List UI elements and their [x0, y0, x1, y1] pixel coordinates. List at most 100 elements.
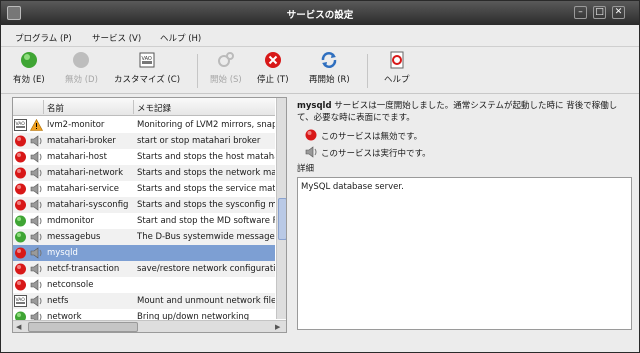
disable-button[interactable]: 無効 (D): [65, 51, 98, 85]
table-row[interactable]: netconsole: [13, 277, 275, 293]
horizontal-scrollbar[interactable]: ◀ ▶: [13, 320, 286, 332]
service-name-cell: netcf-transaction: [47, 264, 120, 274]
red-status-icon: [305, 129, 318, 141]
details-label: 詳細: [297, 164, 315, 174]
details-textbox[interactable]: MySQL database server.: [297, 177, 632, 330]
table-row[interactable]: matahari-network Starts and stops the net…: [13, 165, 275, 181]
pane-splitter[interactable]: [291, 97, 293, 333]
menu-program[interactable]: プログラム (P): [15, 32, 72, 44]
speaker-icon: [30, 215, 43, 227]
service-desc-cell: Monitoring of LVM2 mirrors, snapshots et…: [137, 120, 275, 130]
service-name-cell: matahari-service: [47, 184, 119, 194]
refresh-icon: [320, 51, 338, 69]
vertical-scrollbar[interactable]: [276, 98, 286, 319]
enable-icon: [20, 51, 38, 69]
restart-button[interactable]: 再開始 (R): [309, 51, 350, 85]
gears-icon: [217, 51, 235, 69]
help-button[interactable]: ヘルプ: [384, 51, 410, 85]
table-row[interactable]: netcf-transaction save/restore network co…: [13, 261, 275, 277]
service-rows: VAO lvm2-monitor Monitoring of LVM2 mirror…: [13, 117, 275, 325]
disabled-status-icon: [14, 183, 27, 195]
service-name-cell: matahari-sysconfig: [47, 200, 129, 210]
custom-status-icon: VAO: [14, 295, 27, 307]
service-name-cell: matahari-host: [47, 152, 107, 162]
menu-service[interactable]: サービス (V): [92, 32, 141, 44]
disabled-status-icon: [14, 279, 27, 291]
table-row[interactable]: VAO lvm2-monitor Monitoring of LVM2 mirror…: [13, 117, 275, 133]
window-title: サービスの設定: [286, 10, 354, 21]
service-desc-cell: Mount and unmount network filesystems: [137, 296, 275, 306]
service-list: 名前 メモ記録 VAO lvm2-monitor Monitoring of LVM…: [12, 97, 287, 333]
service-desc-cell: Starts and stops the network matahari ag…: [137, 168, 275, 178]
disable-label: 無効 (D): [65, 75, 98, 85]
col-header-desc[interactable]: メモ記録: [137, 102, 171, 114]
summary-text: サービスは一度開始しました。通常システムが起動した時に 背後で稼働して、必要な時…: [297, 101, 618, 123]
speaker-icon: [30, 167, 43, 179]
customize-label: カスタマイズ (C): [114, 75, 181, 85]
help-label: ヘルプ: [384, 75, 410, 85]
service-name-cell: lvm2-monitor: [47, 120, 105, 130]
disabled-status-icon: [14, 247, 27, 259]
speaker-icon: [30, 263, 43, 275]
service-desc-cell: start or stop matahari broker: [137, 136, 261, 146]
speaker-icon: [30, 135, 43, 147]
menu-help[interactable]: ヘルプ (H): [160, 32, 201, 44]
speaker-icon: [30, 151, 43, 163]
table-row[interactable]: matahari-broker start or stop matahari br…: [13, 133, 275, 149]
speaker-icon: [30, 231, 43, 243]
service-desc-cell: Starts and stops the host matahari agent: [137, 152, 275, 162]
disabled-status-icon: [14, 263, 27, 275]
table-row[interactable]: matahari-service Starts and stops the ser…: [13, 181, 275, 197]
custom-status-icon: VAO: [14, 119, 27, 131]
col-header-name[interactable]: 名前: [47, 102, 64, 114]
maximize-icon[interactable]: □: [593, 6, 606, 19]
scroll-left-icon[interactable]: ◀: [16, 323, 21, 331]
enable-button[interactable]: 有効 (E): [13, 51, 45, 85]
hscroll-thumb[interactable]: [28, 322, 138, 332]
details-text: MySQL database server.: [301, 182, 404, 192]
speaker-icon: [30, 279, 43, 291]
customize-icon: VAO: [138, 51, 156, 69]
minimize-icon[interactable]: –: [574, 6, 587, 19]
customize-button[interactable]: VAO カスタマイズ (C): [114, 51, 180, 85]
service-name-cell: mdmonitor: [47, 216, 94, 226]
disabled-status-icon: [14, 199, 27, 211]
service-config-window: サービスの設定 – □ ✕ プログラム (P) サービス (V) ヘルプ (H)…: [0, 0, 640, 353]
start-button[interactable]: 開始 (S): [210, 51, 242, 85]
stop-button[interactable]: 停止 (T): [257, 51, 289, 85]
service-name-cell: netconsole: [47, 280, 94, 290]
disabled-status-icon: [14, 135, 27, 147]
service-name: mysqld: [297, 101, 332, 111]
scroll-right-icon[interactable]: ▶: [275, 323, 280, 331]
speaker-icon: [30, 199, 43, 211]
scroll-thumb[interactable]: [278, 198, 286, 240]
table-row[interactable]: matahari-host Starts and stops the host m…: [13, 149, 275, 165]
title-bar[interactable]: サービスの設定 – □ ✕: [1, 1, 639, 25]
stop-label: 停止 (T): [257, 75, 289, 85]
enabled-status-icon: [14, 231, 27, 243]
speaker-icon: [30, 247, 43, 259]
enable-label: 有効 (E): [13, 75, 45, 85]
service-desc-cell: Starts and stops the service matahari ag…: [137, 184, 275, 194]
service-name-cell: matahari-broker: [47, 136, 116, 146]
speaker-icon: [30, 183, 43, 195]
service-desc-cell: The D-Bus systemwide message bus: [137, 232, 275, 242]
service-name-cell: messagebus: [47, 232, 101, 242]
start-label: 開始 (S): [210, 75, 242, 85]
table-row[interactable]: matahari-sysconfig Starts and stops the s…: [13, 197, 275, 213]
help-icon: [388, 51, 406, 69]
speaker-icon: [305, 146, 318, 158]
enabled-status-icon: [14, 215, 27, 227]
table-row[interactable]: messagebus The D-Bus systemwide message b…: [13, 229, 275, 245]
service-name-cell: mysqld: [47, 248, 78, 258]
menu-bar: プログラム (P) サービス (V) ヘルプ (H): [1, 27, 639, 47]
table-row[interactable]: mdmonitor Start and stop the MD software …: [13, 213, 275, 229]
toolbar: 有効 (E) 無効 (D) VAO カスタマイズ (C) 開始 (S) 停止 (…: [1, 48, 639, 94]
table-row[interactable]: VAO netfs Mount and unmount network filesy…: [13, 293, 275, 309]
service-name-cell: matahari-network: [47, 168, 124, 178]
list-header: 名前 メモ記録: [13, 98, 275, 116]
table-row[interactable]: mysqld: [13, 245, 275, 261]
service-desc-cell: Starts and stops the sysconfig matahari …: [137, 200, 275, 210]
disabled-status-icon: [14, 167, 27, 179]
close-window-icon[interactable]: ✕: [612, 6, 625, 19]
